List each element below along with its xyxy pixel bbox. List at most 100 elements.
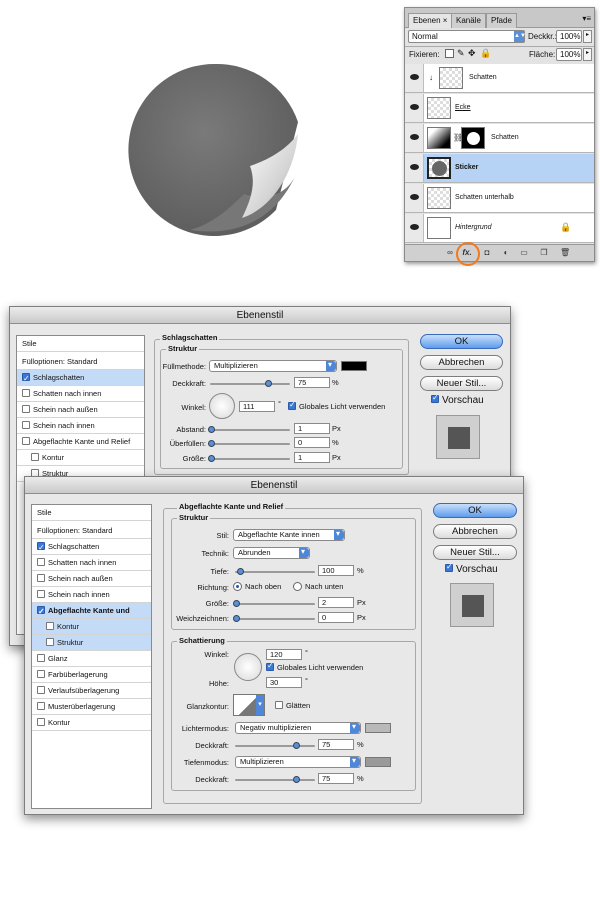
- radio[interactable]: [293, 581, 302, 591]
- checkbox[interactable]: [445, 562, 453, 573]
- eye-icon[interactable]: [410, 194, 419, 200]
- opacity-slider[interactable]: [210, 380, 290, 387]
- trash-icon[interactable]: 🗑: [560, 248, 570, 258]
- layer-mask-thumbnail[interactable]: [461, 127, 485, 149]
- style-item-inner-glow[interactable]: Schein nach innen: [17, 418, 144, 434]
- new-layer-icon[interactable]: ❐: [539, 248, 549, 258]
- slider-knob[interactable]: [233, 615, 240, 622]
- size-field[interactable]: 2: [318, 597, 354, 608]
- style-item-contour[interactable]: Kontur: [32, 619, 151, 635]
- angle-field[interactable]: 111: [239, 401, 275, 412]
- radio[interactable]: [233, 581, 242, 591]
- checkbox[interactable]: [37, 686, 45, 695]
- slider-knob[interactable]: [208, 426, 215, 433]
- checkbox[interactable]: [22, 437, 30, 446]
- preview-checkbox[interactable]: Vorschau: [431, 393, 484, 406]
- size-slider[interactable]: [233, 600, 315, 607]
- gloss-contour-picker[interactable]: ▾: [233, 694, 265, 716]
- fill-field[interactable]: 100%: [556, 48, 582, 61]
- eye-icon[interactable]: [410, 134, 419, 140]
- style-item-texture[interactable]: Struktur: [32, 635, 151, 651]
- global-light-checkbox[interactable]: Globales Licht verwenden: [266, 661, 363, 672]
- lock-brush-icon[interactable]: ✎: [457, 48, 465, 59]
- style-item-drop-shadow[interactable]: Schlagschatten: [17, 370, 144, 387]
- checkbox[interactable]: [37, 702, 45, 711]
- blend-options-item[interactable]: Fülloptionen: Standard: [32, 523, 151, 539]
- depth-slider[interactable]: [235, 568, 315, 575]
- blend-options-item[interactable]: Fülloptionen: Standard: [17, 354, 144, 370]
- checkbox[interactable]: [37, 670, 45, 679]
- panel-menu-icon[interactable]: ▾≡: [582, 14, 591, 23]
- style-item-inner-glow[interactable]: Schein nach innen: [32, 587, 151, 603]
- checkbox[interactable]: [37, 540, 45, 556]
- slider-knob[interactable]: [237, 568, 244, 575]
- style-item-outer-glow[interactable]: Schein nach außen: [17, 402, 144, 418]
- checkbox[interactable]: [22, 405, 30, 414]
- shadow-color-swatch[interactable]: [365, 757, 391, 767]
- distance-field[interactable]: 1: [294, 423, 330, 434]
- opacity-field[interactable]: 75: [294, 377, 330, 388]
- styles-header[interactable]: Stile: [32, 505, 151, 521]
- shadow-opacity-field[interactable]: 75: [318, 773, 354, 784]
- styles-header[interactable]: Stile: [17, 336, 144, 352]
- spread-slider[interactable]: [208, 440, 290, 447]
- layer-row[interactable]: Schatten unterhalb: [405, 184, 594, 213]
- cancel-button[interactable]: Abbrechen: [433, 524, 517, 539]
- style-item-bevel[interactable]: Abgeflachte Kante und Relief: [32, 603, 151, 631]
- eye-icon[interactable]: [410, 164, 419, 170]
- shadow-mode-popup[interactable]: Multiplizieren: [235, 756, 361, 768]
- style-item-pattern-overlay[interactable]: Musterüberlagerung: [32, 699, 151, 715]
- soften-field[interactable]: 0: [318, 612, 354, 623]
- layer-row[interactable]: Hintergrund 🔒: [405, 214, 594, 243]
- group-folder-icon[interactable]: ▭: [519, 248, 529, 258]
- checkbox[interactable]: [288, 400, 296, 411]
- blend-mode-popup[interactable]: Multiplizieren: [209, 360, 337, 372]
- checkbox[interactable]: [22, 389, 30, 398]
- style-item-outer-glow[interactable]: Schein nach außen: [32, 571, 151, 587]
- highlight-color-swatch[interactable]: [365, 723, 391, 733]
- opacity-field[interactable]: 100%: [556, 30, 582, 43]
- antialias-checkbox[interactable]: Glätten: [275, 701, 310, 710]
- angle-dial[interactable]: [234, 653, 262, 681]
- global-light-checkbox[interactable]: Globales Licht verwenden: [288, 400, 385, 411]
- checkbox[interactable]: [37, 604, 45, 620]
- size-slider[interactable]: [208, 455, 290, 462]
- slider-knob[interactable]: [265, 380, 272, 387]
- bevel-style-popup[interactable]: Abgeflachte Kante innen: [233, 529, 345, 541]
- tab-channels[interactable]: Kanäle: [451, 13, 486, 28]
- checkbox[interactable]: [37, 654, 45, 663]
- layer-row[interactable]: ↓ Schatten: [405, 64, 594, 93]
- direction-down-radio[interactable]: Nach unten: [293, 581, 343, 592]
- blend-mode-select[interactable]: Normal ▲▼: [408, 30, 526, 43]
- style-item-stroke[interactable]: Kontur: [32, 715, 151, 731]
- adjustment-layer-icon[interactable]: ◐: [501, 248, 511, 258]
- style-item-contour[interactable]: Kontur: [17, 450, 144, 466]
- lock-move-icon[interactable]: ✥: [468, 48, 476, 59]
- technique-popup[interactable]: Abrunden: [233, 547, 310, 559]
- eye-icon[interactable]: [410, 224, 419, 230]
- slider-knob[interactable]: [293, 776, 300, 783]
- shadow-opacity-slider[interactable]: [235, 776, 315, 783]
- new-style-button[interactable]: Neuer Stil...: [433, 545, 517, 560]
- layer-row[interactable]: ⛓ Schatten: [405, 124, 594, 153]
- new-style-button[interactable]: Neuer Stil...: [420, 376, 503, 391]
- highlight-opacity-slider[interactable]: [235, 742, 315, 749]
- highlight-mode-popup[interactable]: Negativ multiplizieren: [235, 722, 361, 734]
- checkbox[interactable]: [46, 622, 54, 631]
- style-item-drop-shadow[interactable]: Schlagschatten: [32, 539, 151, 556]
- slider-knob[interactable]: [293, 742, 300, 749]
- spread-field[interactable]: 0: [294, 437, 330, 448]
- opacity-slider-button[interactable]: ▸: [583, 30, 592, 43]
- direction-up-radio[interactable]: Nach oben: [233, 581, 281, 592]
- lock-transparency-icon[interactable]: [445, 49, 454, 58]
- checkbox[interactable]: [46, 638, 54, 647]
- soften-slider[interactable]: [233, 615, 315, 622]
- checkbox[interactable]: [22, 421, 30, 430]
- style-item-inner-shadow[interactable]: Schatten nach innen: [17, 386, 144, 402]
- eye-icon[interactable]: [410, 104, 419, 110]
- slider-knob[interactable]: [208, 455, 215, 462]
- layer-row[interactable]: Ecke: [405, 94, 594, 123]
- checkbox[interactable]: [266, 661, 274, 672]
- cancel-button[interactable]: Abbrechen: [420, 355, 503, 370]
- altitude-field[interactable]: 30: [266, 677, 302, 688]
